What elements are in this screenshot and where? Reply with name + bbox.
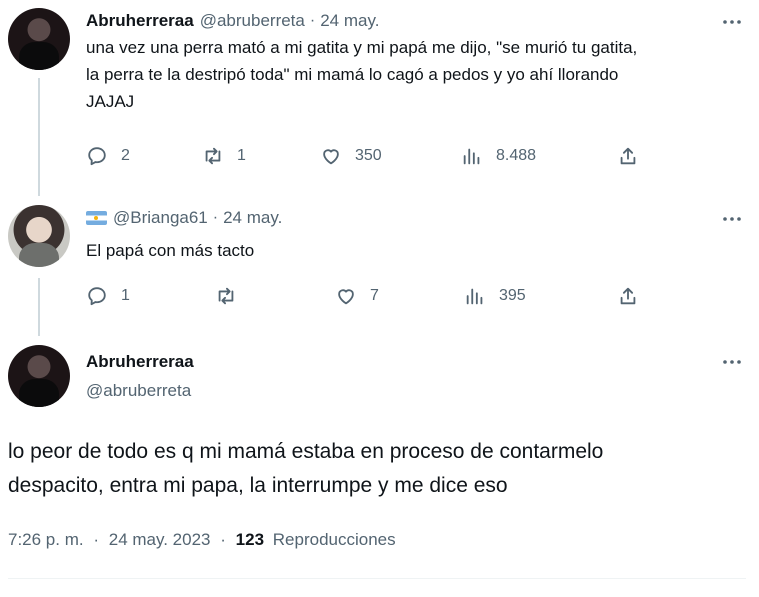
- divider: [8, 578, 746, 579]
- share-icon: [620, 287, 636, 305]
- reply-button[interactable]: 1: [86, 285, 130, 307]
- like-icon: [323, 149, 339, 165]
- retweet-icon: [205, 147, 221, 165]
- views-button[interactable]: 395: [464, 285, 526, 307]
- like-count: 350: [355, 147, 382, 164]
- avatar[interactable]: [8, 8, 70, 70]
- tweet-full-date[interactable]: 24 may. 2023: [109, 530, 211, 549]
- retweet-button[interactable]: 1: [202, 145, 246, 167]
- like-button[interactable]: 350: [320, 145, 382, 167]
- share-button[interactable]: [617, 285, 639, 307]
- tweet-text-line: JAJAJ: [86, 92, 135, 111]
- tweet-text: lo peor de todo es q mi mamá estaba en p…: [8, 435, 748, 503]
- views-icon: [466, 288, 483, 305]
- tweet-text: El papá con más tacto: [86, 241, 255, 260]
- more-icon[interactable]: [722, 352, 742, 372]
- handle[interactable]: @Brianga61: [113, 208, 208, 228]
- tweet-time[interactable]: 7:26 p. m.: [8, 530, 84, 549]
- tweet-footer: 7:26 p. m. · 24 may. 2023 · 123 Reproduc…: [8, 530, 396, 550]
- tweet-text-line: despacito, entra mi papa, la interrumpe …: [8, 474, 508, 497]
- reply-button[interactable]: 2: [86, 145, 130, 167]
- more-icon[interactable]: [722, 209, 742, 229]
- handle[interactable]: @abruberreta: [200, 11, 305, 31]
- share-button[interactable]: [617, 145, 639, 167]
- reply-count: 1: [121, 287, 130, 304]
- tweet-text: una vez una perra mató a mi gatita y mi …: [86, 34, 746, 115]
- argentina-flag-icon: [86, 211, 107, 225]
- display-name[interactable]: Abruherreraa: [86, 352, 194, 372]
- separator: ·: [212, 209, 219, 226]
- retweet-button[interactable]: [215, 285, 237, 307]
- tweet-text-line: una vez una perra mató a mi gatita y mi …: [86, 38, 638, 57]
- like-icon: [338, 289, 354, 305]
- avatar[interactable]: [8, 205, 70, 267]
- tweet-date[interactable]: 24 may.: [223, 208, 282, 228]
- views-button[interactable]: 8.488: [461, 145, 536, 167]
- like-count: 7: [370, 287, 379, 304]
- reply-icon: [88, 287, 106, 306]
- thread-line: [38, 78, 40, 196]
- thread-line: [38, 278, 40, 336]
- views-count: 8.488: [496, 147, 537, 164]
- separator: ·: [220, 530, 226, 549]
- tweet-header: @Brianga61 · 24 may.: [86, 208, 282, 228]
- tweet-date[interactable]: 24 may.: [320, 11, 379, 31]
- views-icon: [463, 148, 480, 165]
- separator: ·: [309, 12, 316, 29]
- more-icon[interactable]: [722, 12, 742, 32]
- display-name[interactable]: Abruherreraa: [86, 11, 194, 31]
- views-label: Reproducciones: [272, 530, 396, 549]
- tweet-text-line: lo peor de todo es q mi mamá estaba en p…: [8, 440, 604, 463]
- views-count: 395: [499, 287, 526, 304]
- tweet-header-handle: @abruberreta: [86, 381, 191, 401]
- handle[interactable]: @abruberreta: [86, 381, 191, 401]
- tweet-header-name: Abruherreraa: [86, 352, 194, 372]
- share-icon: [620, 147, 636, 165]
- tweet-text-line: la perra te la destripó toda" mi mamá lo…: [86, 65, 619, 84]
- views-count: 123: [235, 530, 265, 549]
- reply-icon: [88, 147, 106, 166]
- like-button[interactable]: 7: [335, 285, 379, 307]
- reply-count: 2: [121, 147, 130, 164]
- retweet-icon: [218, 287, 234, 305]
- retweet-count: 1: [237, 147, 246, 164]
- separator: ·: [93, 530, 100, 549]
- avatar[interactable]: [8, 345, 70, 407]
- tweet-header: Abruherreraa @abruberreta · 24 may.: [86, 11, 379, 31]
